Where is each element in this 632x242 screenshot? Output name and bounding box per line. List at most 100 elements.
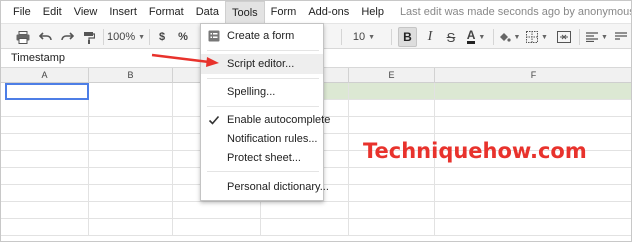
cell[interactable] [1,117,89,134]
cell[interactable] [1,219,89,236]
menu-separator [207,106,319,107]
align-icon [586,32,599,42]
cell[interactable] [349,83,435,100]
chevron-down-icon: ▼ [601,33,608,41]
wrap-button[interactable] [611,27,631,47]
redo-icon[interactable] [57,27,77,47]
toolbar-separator [579,29,580,45]
tools-menu: Create a form Script editor... Spelling.… [200,23,330,201]
menu-add-ons[interactable]: Add-ons [302,1,355,23]
cell[interactable] [89,168,173,185]
cell[interactable] [349,117,435,134]
toolbar-separator [103,29,104,45]
chevron-down-icon: ▼ [513,33,521,41]
menu-insert[interactable]: Insert [103,1,143,23]
text-color-icon: A [466,28,476,44]
merge-icon [557,31,571,43]
percent-format-button[interactable]: % [175,27,191,47]
column-header-a[interactable]: A [1,68,89,83]
chevron-down-icon: ▼ [478,33,486,41]
cell[interactable] [349,168,435,185]
borders-button[interactable]: ▼ [525,27,549,47]
menu-item-label: Spelling... [227,86,276,98]
toolbar-separator [149,29,150,45]
menu-item-personal-dictionary[interactable]: Personal dictionary... [201,177,329,197]
menu-form[interactable]: Form [265,1,303,23]
zoom-value: 100% [106,31,136,43]
chevron-down-icon: ▼ [368,33,376,41]
menu-item-label: Personal dictionary... [227,181,329,193]
zoom-select[interactable]: 100% ▼ [107,27,145,47]
print-icon[interactable] [13,27,33,47]
formula-bar-content: Timestamp [11,52,65,64]
cell[interactable] [349,185,435,202]
text-color-button[interactable]: A ▼ [463,27,489,47]
align-button[interactable]: ▼ [585,27,609,47]
cell[interactable] [89,151,173,168]
cell[interactable] [349,100,435,117]
cell[interactable] [1,151,89,168]
borders-icon [526,31,539,43]
cell[interactable] [261,219,349,236]
chevron-down-icon: ▼ [541,33,548,41]
cell[interactable] [173,202,261,219]
menu-item-spelling[interactable]: Spelling... [201,82,323,102]
spreadsheet-window: File Edit View Insert Format Data Tools … [0,0,632,242]
menu-help[interactable]: Help [355,1,390,23]
cell[interactable] [89,117,173,134]
menu-view[interactable]: View [68,1,104,23]
cell[interactable] [89,83,173,100]
cell[interactable] [1,202,89,219]
cell[interactable] [349,202,435,219]
menu-item-create-form[interactable]: Create a form [201,26,323,46]
cell[interactable] [261,202,349,219]
paint-format-icon[interactable] [79,27,99,47]
cell[interactable] [1,185,89,202]
table-row[interactable] [1,202,631,219]
cell[interactable] [1,134,89,151]
menu-item-label: Protect sheet... [227,152,301,164]
last-edit-status[interactable]: Last edit was made seconds ago by anonym… [400,6,631,18]
column-header-b[interactable]: B [89,68,173,83]
toolbar-separator [493,29,494,45]
cell[interactable] [89,219,173,236]
menu-item-label: Script editor... [227,58,295,70]
selected-cell[interactable] [5,83,89,100]
cell[interactable] [89,202,173,219]
cell[interactable] [89,134,173,151]
cell[interactable] [1,168,89,185]
wrap-icon [615,32,627,40]
menu-item-protect-sheet[interactable]: Protect sheet... [201,148,323,168]
fill-color-button[interactable]: ▼ [497,27,521,47]
cell[interactable] [435,83,631,100]
menu-separator [207,50,319,51]
column-header-f[interactable]: F [435,68,631,83]
cell[interactable] [173,219,261,236]
cell[interactable] [89,100,173,117]
merge-cells-button[interactable] [553,27,575,47]
menu-item-notification-rules[interactable]: Notification rules... [201,129,323,149]
currency-format-button[interactable]: $ [154,27,170,47]
menu-separator [207,78,319,79]
menu-edit[interactable]: Edit [37,1,68,23]
cell[interactable] [89,185,173,202]
cell[interactable] [1,100,89,117]
font-size-select[interactable]: 10 ▼ [349,27,379,47]
column-header-e[interactable]: E [349,68,435,83]
font-size-value: 10 [352,31,366,43]
menubar: File Edit View Insert Format Data Tools … [1,1,631,23]
form-icon [208,30,220,42]
italic-icon[interactable]: I [421,27,439,47]
undo-icon[interactable] [35,27,55,47]
menu-file[interactable]: File [1,1,37,23]
toolbar-separator [391,29,392,45]
menu-format[interactable]: Format [143,1,190,23]
bold-button[interactable]: B [398,27,417,47]
menu-data[interactable]: Data [190,1,225,23]
cell[interactable] [349,219,435,236]
strikethrough-icon[interactable]: S [442,27,460,47]
menu-tools[interactable]: Tools [224,1,265,23]
menu-item-enable-autocomplete[interactable]: Enable autocomplete [201,110,330,130]
watermark-text: Techniquehow.com [363,139,587,163]
table-row[interactable] [1,219,631,236]
